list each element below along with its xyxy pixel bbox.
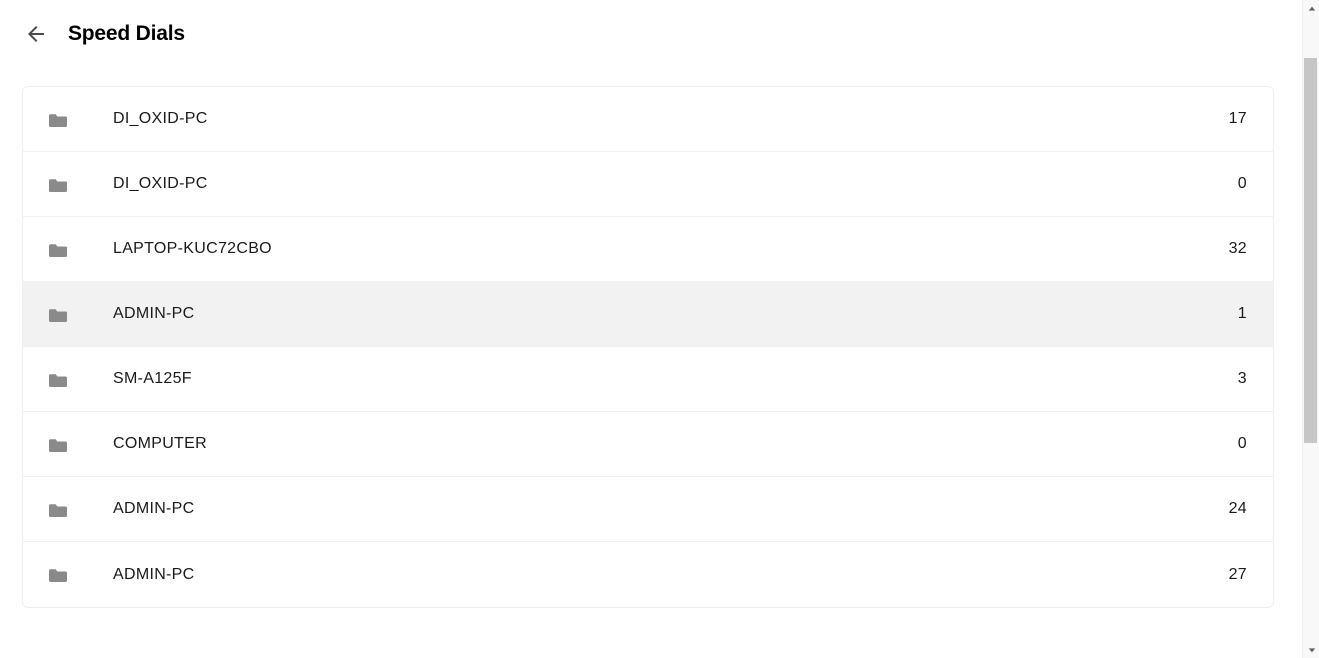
item-label: SM-A125F [113,370,1227,388]
list-item[interactable]: ADMIN-PC1 [23,282,1273,347]
folder-icon [49,500,67,518]
item-count: 3 [1227,370,1247,388]
item-label: LAPTOP-KUC72CBO [113,240,1227,258]
arrow-left-icon [24,22,48,46]
list-item[interactable]: ADMIN-PC24 [23,477,1273,542]
list-item[interactable]: DI_OXID-PC0 [23,152,1273,217]
scrollbar-thumb[interactable] [1304,58,1317,443]
list-item[interactable]: DI_OXID-PC17 [23,87,1273,152]
chevron-down-icon [1308,646,1316,654]
scrollbar-up-button[interactable] [1303,0,1319,17]
folder-icon [49,566,67,584]
item-label: COMPUTER [113,435,1227,453]
item-label: ADMIN-PC [113,305,1227,323]
scrollbar[interactable] [1302,0,1319,658]
list-item[interactable]: SM-A125F3 [23,347,1273,412]
folder-icon [49,240,67,258]
chevron-up-icon [1308,5,1316,13]
folder-icon [49,110,67,128]
item-count: 0 [1227,175,1247,193]
page-header: Speed Dials [0,0,1296,66]
page-title: Speed Dials [68,22,185,46]
list-item[interactable]: COMPUTER0 [23,412,1273,477]
item-count: 1 [1227,305,1247,323]
item-label: ADMIN-PC [113,566,1227,584]
item-label: DI_OXID-PC [113,110,1227,128]
item-label: DI_OXID-PC [113,175,1227,193]
item-count: 32 [1227,240,1247,258]
list-item[interactable]: LAPTOP-KUC72CBO32 [23,217,1273,282]
folder-icon [49,175,67,193]
folder-icon [49,305,67,323]
list-item[interactable]: ADMIN-PC27 [23,542,1273,607]
scrollbar-down-button[interactable] [1303,641,1319,658]
speed-dials-list: DI_OXID-PC17DI_OXID-PC0LAPTOP-KUC72CBO32… [22,86,1274,608]
folder-icon [49,435,67,453]
back-button[interactable] [24,22,48,46]
item-count: 0 [1227,435,1247,453]
item-label: ADMIN-PC [113,500,1227,518]
item-count: 24 [1227,500,1247,518]
item-count: 17 [1227,110,1247,128]
folder-icon [49,370,67,388]
item-count: 27 [1227,566,1247,584]
